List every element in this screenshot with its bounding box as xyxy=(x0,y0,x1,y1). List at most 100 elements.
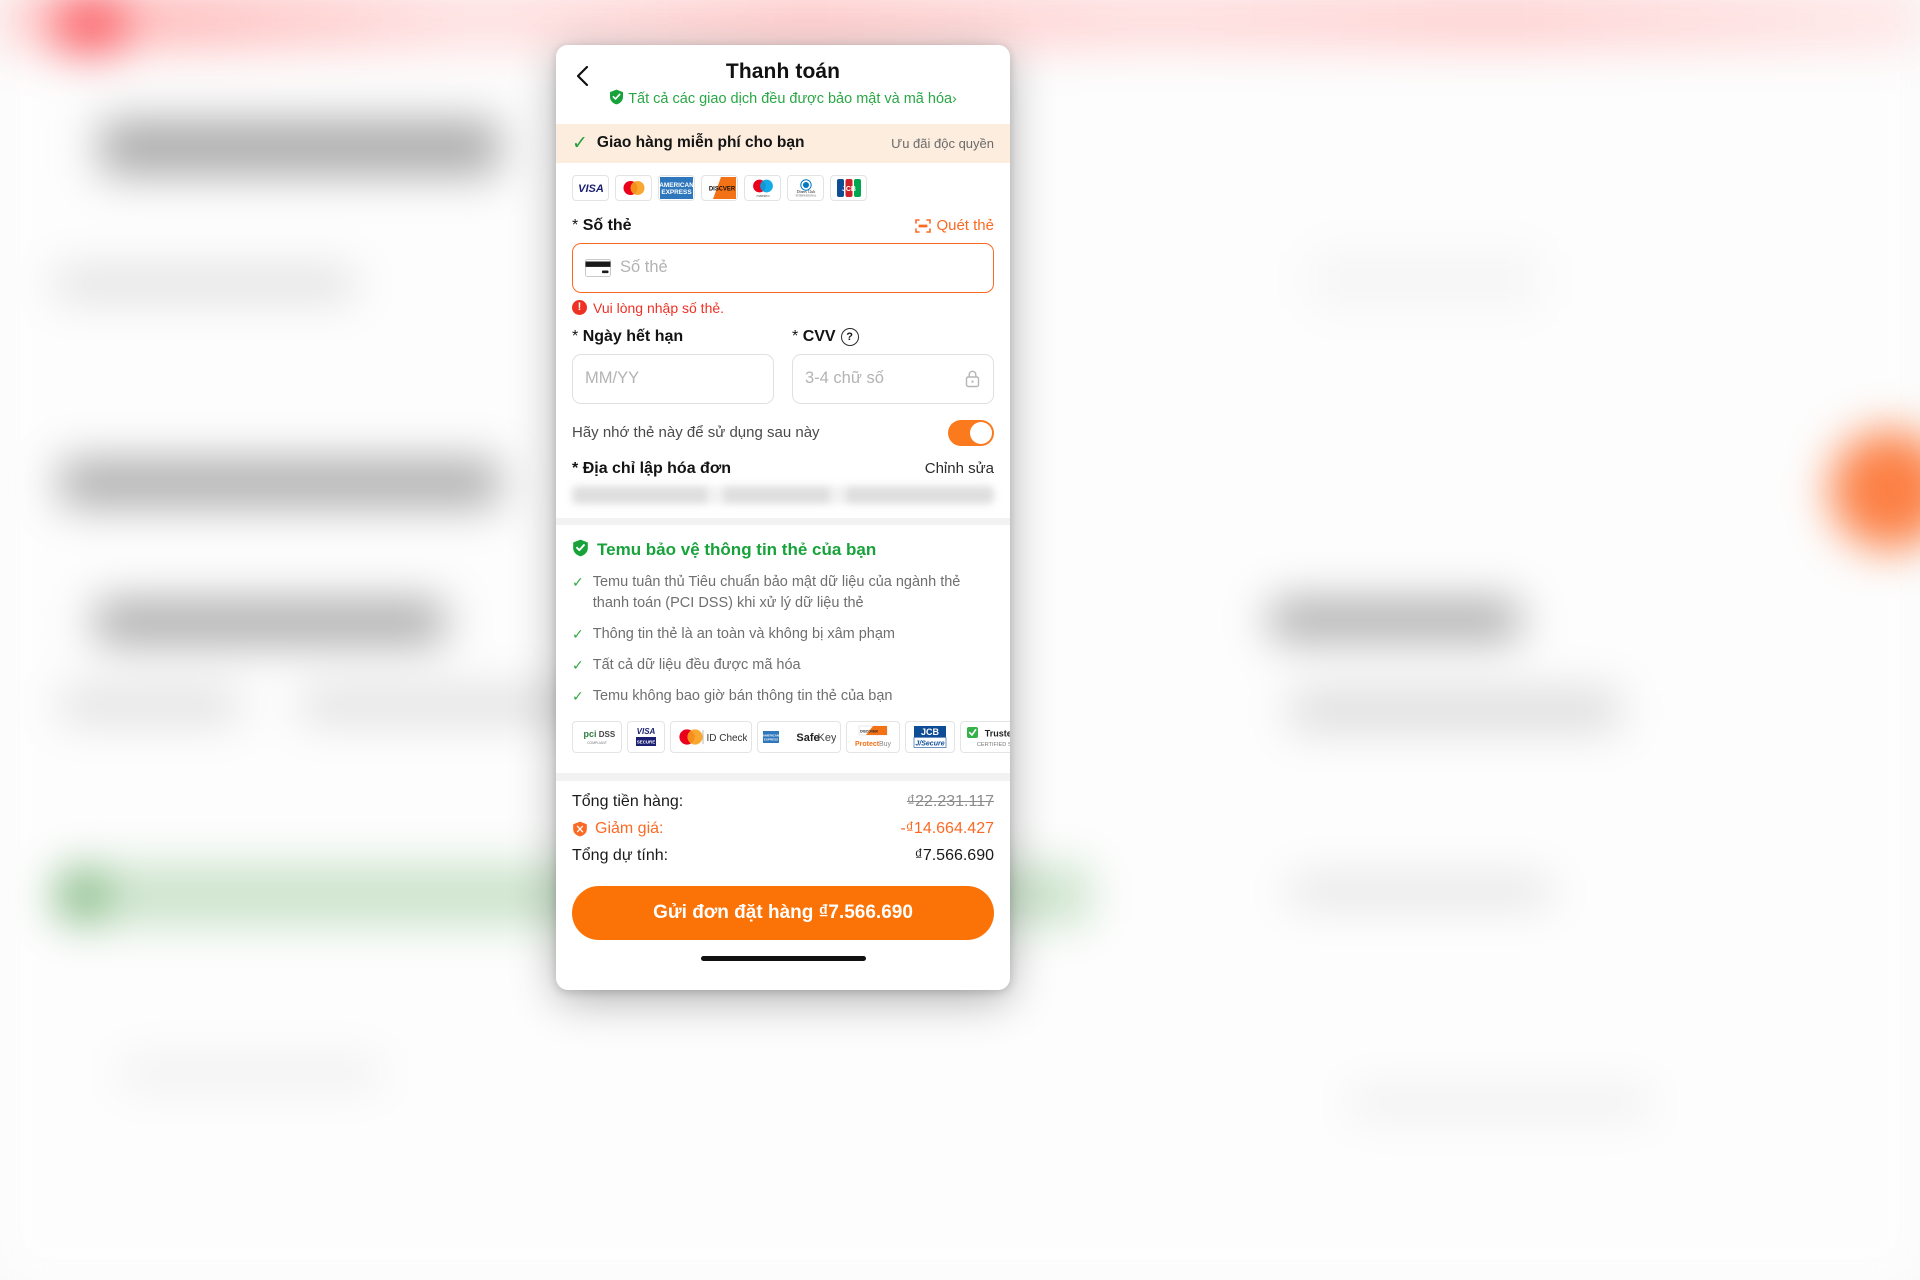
amex-safekey-badge: AMERICAN EXPRESS Safe Key xyxy=(757,720,841,753)
svg-text:EXPRESS: EXPRESS xyxy=(661,189,692,196)
expiry-field: * Ngày hết hạn MM/YY xyxy=(572,328,774,404)
question-mark-icon[interactable]: ? xyxy=(840,327,859,346)
svg-text:JCB: JCB xyxy=(921,727,940,737)
free-shipping-text: Giao hàng miễn phí cho bạn xyxy=(596,134,805,152)
discount-label-text: Giảm giá: xyxy=(595,819,664,837)
maestro-logo: maestro xyxy=(744,174,781,201)
card-number-error-text: Vui lòng nhập số thẻ. xyxy=(593,299,725,316)
svg-text:DISC: DISC xyxy=(709,186,724,192)
section-divider xyxy=(556,517,1010,525)
background-red-badge xyxy=(55,0,125,55)
billing-address-row: * Địa chỉ lập hóa đơn Chỉnh sửa xyxy=(572,460,994,478)
back-button[interactable] xyxy=(572,63,596,91)
svg-text:Protect: Protect xyxy=(855,741,880,748)
expiry-cvv-row: * Ngày hết hạn MM/YY * CVV? 3-4 chữ số xyxy=(572,327,994,404)
background-text-block xyxy=(100,120,500,175)
discount-tag-icon xyxy=(573,821,587,837)
svg-text:AMERICAN: AMERICAN xyxy=(660,182,693,189)
app-screen: Thanh toán Tất cả các giao dịch đều được… xyxy=(0,0,1920,1280)
error-exclamation-icon: ! xyxy=(572,300,587,316)
cvv-input[interactable]: 3-4 chữ số xyxy=(792,353,994,404)
discover-logo: DISC VER xyxy=(701,174,738,201)
svg-text:JCB: JCB xyxy=(841,186,855,193)
subtotal-value: ₫22.231.117 xyxy=(906,792,994,810)
security-item-text: Tất cả dữ liệu đều được mã hóa xyxy=(592,656,801,673)
check-icon: ✓ xyxy=(572,687,584,704)
cvv-label: * CVV? xyxy=(792,327,994,346)
totals-divider xyxy=(556,772,1010,781)
discount-row: Giảm giá: -₫14.664.427 xyxy=(572,820,994,838)
toggle-knob xyxy=(970,421,992,444)
svg-text:CERTIFIED SECURE: CERTIFIED SECURE xyxy=(977,742,1010,748)
mastercard-logo xyxy=(615,174,652,201)
shield-check-icon xyxy=(572,539,589,562)
estimated-total-row: Tổng dự tính: ₫7.566.690 xyxy=(572,847,994,865)
check-icon: ✓ xyxy=(572,132,588,154)
required-mark: * xyxy=(572,459,579,477)
svg-text:DISCOVER: DISCOVER xyxy=(860,729,878,733)
security-item: ✓ Thông tin thẻ là an toàn và không bị xâ… xyxy=(572,624,994,645)
svg-text:J/Secure: J/Secure xyxy=(915,740,944,747)
trustedsite-badge: Trusted Site CERTIFIED SECURE xyxy=(960,720,1010,753)
billing-address-value-redacted xyxy=(572,485,994,504)
lock-icon xyxy=(965,370,980,388)
background-text-block xyxy=(1350,1090,1650,1116)
payment-sheet: Thanh toán Tất cả các giao dịch đều được… xyxy=(556,45,1010,990)
card-number-error: ! Vui lòng nhập số thẻ. xyxy=(572,300,994,316)
expiry-placeholder: MM/YY xyxy=(585,369,640,388)
required-mark: * xyxy=(792,327,799,345)
background-top-banner xyxy=(0,0,1920,50)
svg-text:Safe: Safe xyxy=(796,732,819,744)
security-item: ✓ Tất cả dữ liệu đều được mã hóa xyxy=(572,655,994,676)
trust-badge-list: pci DSS COMPLIANT VISA SECURE ID Check AMER… xyxy=(572,720,1010,753)
background-text-block xyxy=(60,690,240,720)
card-number-label-row: * Số thẻ Quét thẻ xyxy=(572,217,994,235)
remember-card-toggle[interactable] xyxy=(948,419,994,446)
security-section-header: Temu bảo vệ thông tin thẻ của bạn xyxy=(572,539,994,562)
edit-billing-address-button[interactable]: Chỉnh sửa xyxy=(925,460,994,477)
background-card xyxy=(1310,250,1540,310)
mastercard-id-check-badge: ID Check xyxy=(670,720,752,753)
card-brand-list: VISA AMERICAN EXPRESS DISC VER maestro Din… xyxy=(572,163,994,207)
cvv-placeholder: 3-4 chữ số xyxy=(805,369,884,388)
svg-text:maestro: maestro xyxy=(756,194,769,198)
svg-text:DSS: DSS xyxy=(599,730,616,739)
svg-text:Key: Key xyxy=(818,732,836,744)
order-totals: Tổng tiền hàng: ₫22.231.117 Giảm giá: -₫… xyxy=(572,781,994,876)
svg-text:pci: pci xyxy=(583,729,596,739)
security-item-text: Temu tuân thủ Tiêu chuẩn bảo mật dữ liệu… xyxy=(592,573,961,611)
svg-text:SECURE: SECURE xyxy=(637,739,655,744)
expiry-input[interactable]: MM/YY xyxy=(572,353,774,404)
svg-text:Diners Club: Diners Club xyxy=(796,190,815,194)
security-section-title: Temu bảo vệ thông tin thẻ của bạn xyxy=(597,540,877,560)
secure-transactions-note[interactable]: Tất cả các giao dịch đều được bảo mật và… xyxy=(603,89,963,112)
estimated-total-value: ₫7.566.690 xyxy=(914,846,994,864)
background-text-block xyxy=(95,600,445,644)
page-title: Thanh toán xyxy=(725,60,841,83)
security-item-text: Temu không bao giờ bán thông tin thẻ của… xyxy=(592,687,893,704)
amex-logo: AMERICAN EXPRESS xyxy=(658,174,695,201)
home-indicator xyxy=(700,955,866,961)
discount-value: -₫14.664.427 xyxy=(900,819,994,837)
pci-dss-badge: pci DSS COMPLIANT xyxy=(572,720,622,753)
check-icon: ✓ xyxy=(572,625,584,642)
svg-text:Buy: Buy xyxy=(879,741,892,748)
security-item: ✓ Temu không bao giờ bán thông tin thẻ củ… xyxy=(572,686,994,707)
required-mark: * xyxy=(572,216,579,234)
background-text-block xyxy=(1290,690,1620,730)
card-number-placeholder: Số thẻ xyxy=(620,258,668,277)
shield-check-icon xyxy=(609,89,624,112)
sheet-header: Thanh toán Tất cả các giao dịch đều được… xyxy=(556,45,1010,124)
submit-order-button[interactable]: Gửi đơn đặt hàng ₫7.566.690 xyxy=(572,885,994,940)
scan-card-button[interactable]: Quét thẻ xyxy=(915,217,994,234)
scan-card-label: Quét thẻ xyxy=(936,217,994,235)
expiry-label: * Ngày hết hạn xyxy=(572,328,774,346)
security-section: Temu bảo vệ thông tin thẻ của bạn ✓ Temu … xyxy=(572,525,1010,759)
svg-text:COMPLIANT: COMPLIANT xyxy=(587,741,607,745)
svg-text:INTERNATIONAL: INTERNATIONAL xyxy=(795,194,816,197)
card-number-input[interactable]: Số thẻ xyxy=(572,242,994,293)
svg-text:VER: VER xyxy=(723,186,736,192)
svg-text:Trusted: Trusted xyxy=(985,728,1010,738)
background-text-block xyxy=(60,460,500,506)
chevron-right-icon: › xyxy=(952,90,957,107)
